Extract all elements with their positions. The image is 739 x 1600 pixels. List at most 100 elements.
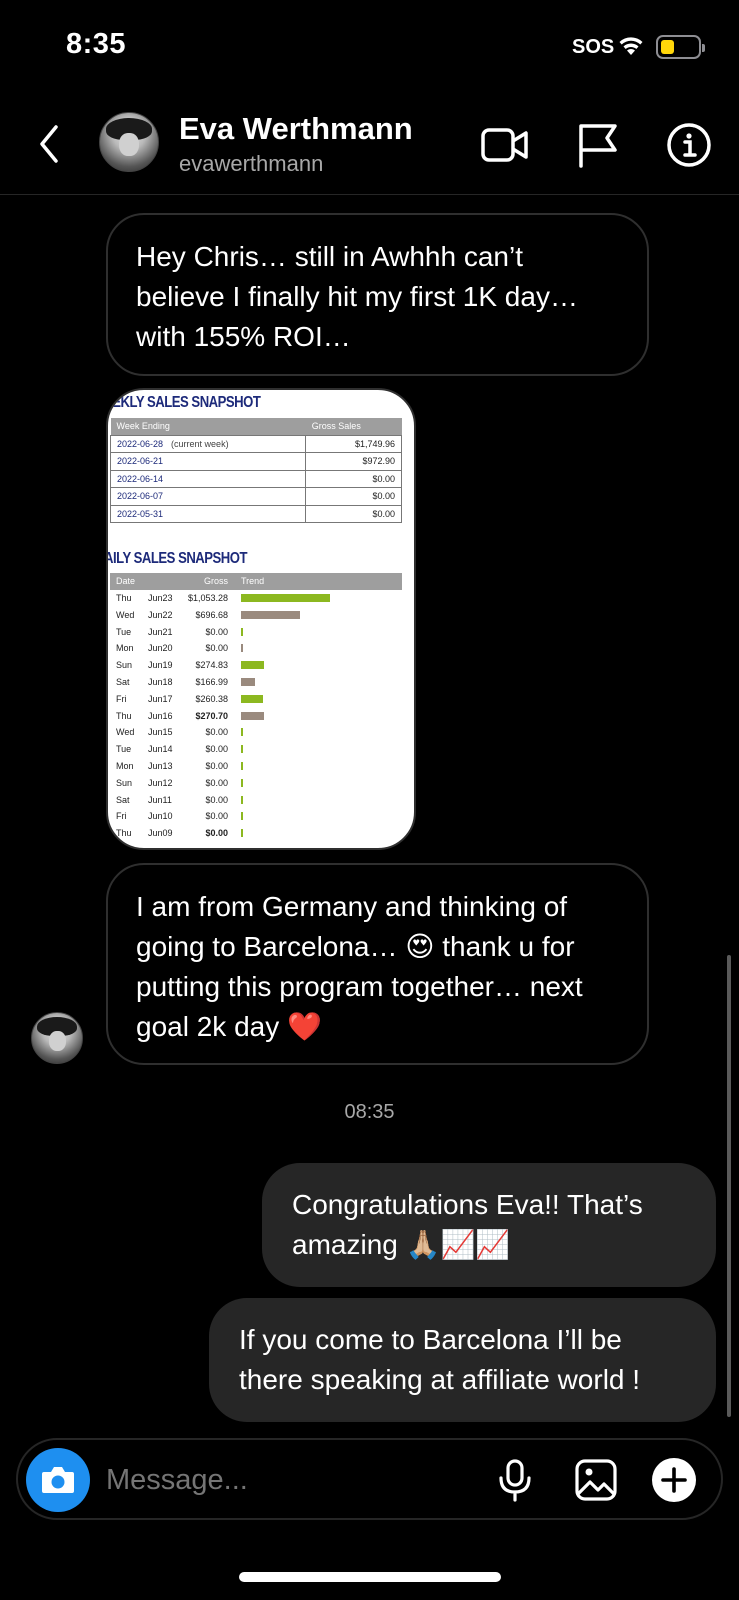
sender-avatar[interactable]: [31, 1012, 83, 1064]
incoming-message[interactable]: I am from Germany and thinking of going …: [106, 863, 649, 1065]
contact-avatar[interactable]: [99, 112, 159, 172]
wifi-icon: [619, 37, 643, 55]
week-ending: 2022-06-28: [117, 438, 164, 449]
plus-icon[interactable]: [650, 1456, 698, 1504]
week-ending: 2022-06-07: [117, 491, 164, 502]
trend-bar: [241, 610, 300, 619]
day-of-week: Mon: [116, 761, 134, 771]
daily-row: Mon Jun20 $0.00: [110, 640, 402, 657]
battery-icon: [656, 35, 705, 59]
day-of-week: Thu: [116, 710, 132, 721]
day-gross: $0.00: [205, 777, 228, 788]
camera-button[interactable]: [26, 1448, 90, 1512]
day-of-week: Wed: [116, 609, 135, 620]
message-text: If you come to Barcelona I’ll be there s…: [239, 1324, 641, 1395]
daily-row: Fri Jun10 $0.00: [110, 808, 402, 825]
day-date: Jun22: [148, 609, 173, 620]
day-gross: $0.00: [205, 761, 228, 771]
weekly-row: 2022-06-21 $972.90: [109, 452, 402, 471]
trend-header: Trend: [241, 576, 265, 586]
day-gross: $0.00: [205, 643, 228, 654]
week-ending: 2022-06-21: [117, 456, 164, 467]
incoming-message[interactable]: Hey Chris… still in Awhhh can’t believe …: [106, 213, 649, 376]
daily-row: Sun Jun19 $274.83: [110, 657, 402, 674]
message-input[interactable]: [98, 1450, 478, 1510]
day-of-week: Sat: [116, 794, 130, 805]
day-of-week: Thu: [116, 593, 132, 603]
day-date: Jun21: [148, 626, 173, 637]
contact-name[interactable]: Eva Werthmann: [179, 111, 413, 147]
trend-bar: [241, 795, 243, 804]
day-gross: $1,053.28: [187, 593, 228, 603]
gross-header: Gross: [204, 576, 229, 586]
home-indicator[interactable]: [239, 1572, 501, 1582]
message-composer: [16, 1438, 723, 1520]
daily-row: Thu Jun23 $1,053.28: [110, 590, 402, 607]
weekly-gross: $972.90: [305, 452, 402, 471]
outgoing-message[interactable]: If you come to Barcelona I’ll be there s…: [209, 1298, 716, 1422]
image-icon[interactable]: [572, 1456, 620, 1504]
day-gross: $0.00: [205, 744, 228, 755]
weekly-sales-title: EEKLY SALES SNAPSHOT: [106, 394, 261, 411]
day-of-week: Sun: [116, 777, 133, 788]
day-gross: $0.00: [205, 811, 228, 822]
day-date: Jun13: [148, 761, 173, 771]
contact-username[interactable]: evawerthmann: [179, 151, 323, 177]
day-of-week: Fri: [116, 693, 127, 704]
day-of-week: Sat: [116, 677, 130, 687]
chevron-left-icon[interactable]: [30, 119, 70, 169]
trend-bar: [241, 627, 243, 636]
trend-bar: [241, 661, 265, 670]
daily-row: Sat Jun11 $0.00: [110, 792, 402, 809]
weekly-row: 2022-06-07 $0.00: [109, 487, 402, 506]
trend-bar: [241, 711, 264, 720]
daily-row: Thu Jun16 $270.70: [110, 708, 402, 725]
day-gross: $270.70: [195, 710, 228, 721]
video-camera-icon[interactable]: [480, 120, 530, 170]
daily-sales-title: AILY SALES SNAPSHOT: [106, 550, 248, 567]
weekly-gross: $1,749.96: [305, 434, 402, 453]
scrollbar[interactable]: [727, 955, 731, 1417]
day-date: Jun12: [148, 777, 173, 788]
trend-bar: [241, 678, 256, 686]
day-date: Jun14: [148, 744, 173, 755]
day-date: Jun19: [148, 660, 173, 671]
day-of-week: Fri: [116, 811, 127, 822]
daily-row: Tue Jun14 $0.00: [110, 741, 402, 758]
day-date: Jun09: [148, 828, 173, 839]
day-of-week: Wed: [116, 727, 135, 738]
weekly-row: 2022-06-14 $0.00: [109, 469, 402, 488]
day-gross: $0.00: [205, 727, 228, 738]
info-icon[interactable]: [664, 120, 714, 170]
camera-icon: [42, 1467, 74, 1493]
trend-bar: [241, 778, 243, 787]
day-of-week: Mon: [116, 643, 134, 654]
weekly-gross: $0.00: [305, 504, 402, 523]
daily-row: Wed Jun15 $0.00: [110, 724, 402, 741]
image-message[interactable]: EEKLY SALES SNAPSHOT Week Ending Gross S…: [106, 388, 416, 850]
daily-sales-header: Date Gross Trend: [110, 573, 402, 590]
day-of-week: Thu: [116, 828, 132, 839]
week-ending: 2022-06-14: [117, 473, 164, 484]
message-text: Hey Chris… still in Awhhh can’t believe …: [136, 241, 578, 352]
daily-row: Fri Jun17 $260.38: [110, 691, 402, 708]
trend-bar: [241, 745, 243, 754]
day-of-week: Sun: [116, 660, 133, 671]
trend-bar: [241, 812, 243, 821]
status-carrier: SOS: [572, 36, 615, 58]
weekly-gross: $0.00: [305, 487, 402, 506]
daily-row: Wed Jun22 $696.68: [110, 607, 402, 624]
trend-bar: [241, 594, 330, 602]
daily-row: Thu Jun09 $0.00: [110, 825, 402, 842]
gross-sales-header: Gross Sales: [305, 418, 402, 435]
day-date: Jun23: [148, 593, 173, 603]
day-gross: $0.00: [205, 794, 228, 805]
flag-icon[interactable]: [573, 120, 623, 170]
day-of-week: Tue: [116, 744, 132, 755]
day-date: Jun11: [148, 794, 172, 805]
outgoing-message[interactable]: Congratulations Eva!! That’s amazing 🙏🏼📈…: [262, 1163, 716, 1287]
week-note: (current week): [171, 438, 229, 449]
week-ending-header: Week Ending: [110, 418, 306, 435]
message-text: Congratulations Eva!! That’s amazing 🙏🏼📈…: [292, 1189, 643, 1260]
microphone-icon[interactable]: [491, 1456, 539, 1504]
